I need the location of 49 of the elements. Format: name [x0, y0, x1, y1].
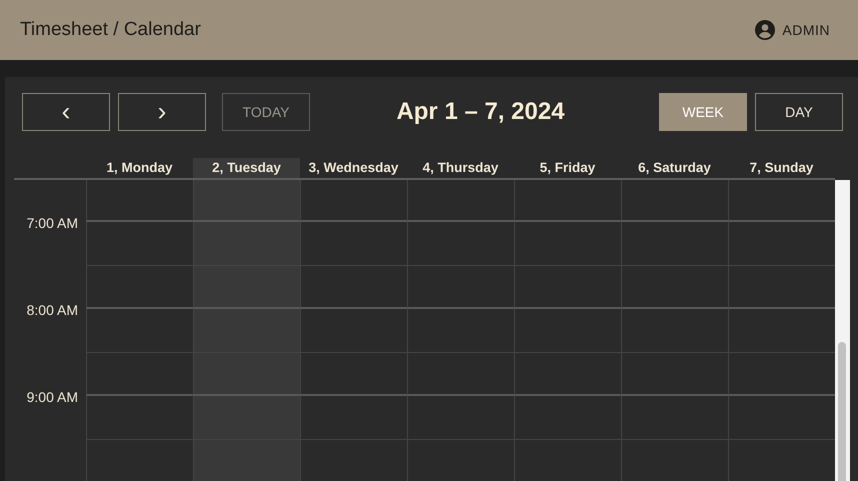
time-slot[interactable]	[514, 180, 621, 222]
app-title: Timesheet / Calendar	[20, 19, 201, 41]
day-header: 7, Sunday	[748, 159, 814, 177]
time-slot[interactable]	[193, 352, 300, 396]
time-slot[interactable]	[407, 222, 514, 266]
date-range: Apr 1 – 7, 2024	[395, 98, 566, 126]
day-header: 3, Wednesday	[308, 159, 400, 177]
account-icon	[755, 20, 776, 40]
time-slot[interactable]	[407, 309, 514, 352]
time-slot[interactable]	[514, 309, 621, 352]
view-toggle[interactable]: DAY	[755, 93, 843, 131]
time-slot[interactable]	[300, 396, 407, 440]
day-header: 5, Friday	[538, 159, 596, 177]
next-button[interactable]: ›	[118, 93, 206, 131]
day-header: 1, Monday	[105, 159, 174, 177]
user-menu-button[interactable]: ADMIN	[755, 20, 830, 40]
time-slot[interactable]	[193, 440, 300, 481]
time-slot[interactable]	[621, 352, 728, 396]
time-slot[interactable]	[514, 266, 621, 309]
time-slot[interactable]	[300, 180, 407, 222]
time-slot[interactable]	[300, 266, 407, 309]
time-slot[interactable]	[300, 222, 407, 266]
time-slot[interactable]	[621, 222, 728, 266]
time-slot[interactable]	[621, 396, 728, 440]
time-slot[interactable]	[407, 180, 514, 222]
time-slot[interactable]	[621, 266, 728, 309]
time-slot[interactable]	[300, 309, 407, 352]
time-label: 8:00 AM	[26, 302, 78, 318]
time-slot[interactable]	[407, 266, 514, 309]
time-slot[interactable]	[514, 396, 621, 440]
time-slot[interactable]	[514, 352, 621, 396]
time-slot[interactable]	[621, 180, 728, 222]
time-label: 7:00 AM	[26, 215, 78, 231]
previous-button[interactable]: ‹	[22, 93, 110, 131]
time-slot[interactable]	[621, 309, 728, 352]
time-slot[interactable]	[193, 309, 300, 352]
time-slot[interactable]	[193, 266, 300, 309]
time-slot[interactable]	[193, 396, 300, 440]
time-label: 9:00 AM	[26, 389, 78, 405]
scrollbar[interactable]	[835, 180, 850, 481]
time-slot[interactable]	[300, 352, 407, 396]
time-slot[interactable]	[407, 396, 514, 440]
time-slot[interactable]	[407, 352, 514, 396]
day-header: 2, Tuesday	[193, 158, 300, 178]
day-header: 4, Thursday	[422, 159, 500, 177]
day-header: 6, Saturday	[637, 159, 712, 177]
time-slot[interactable]	[193, 180, 300, 222]
time-slot[interactable]	[514, 222, 621, 266]
time-slot[interactable]	[193, 222, 300, 266]
